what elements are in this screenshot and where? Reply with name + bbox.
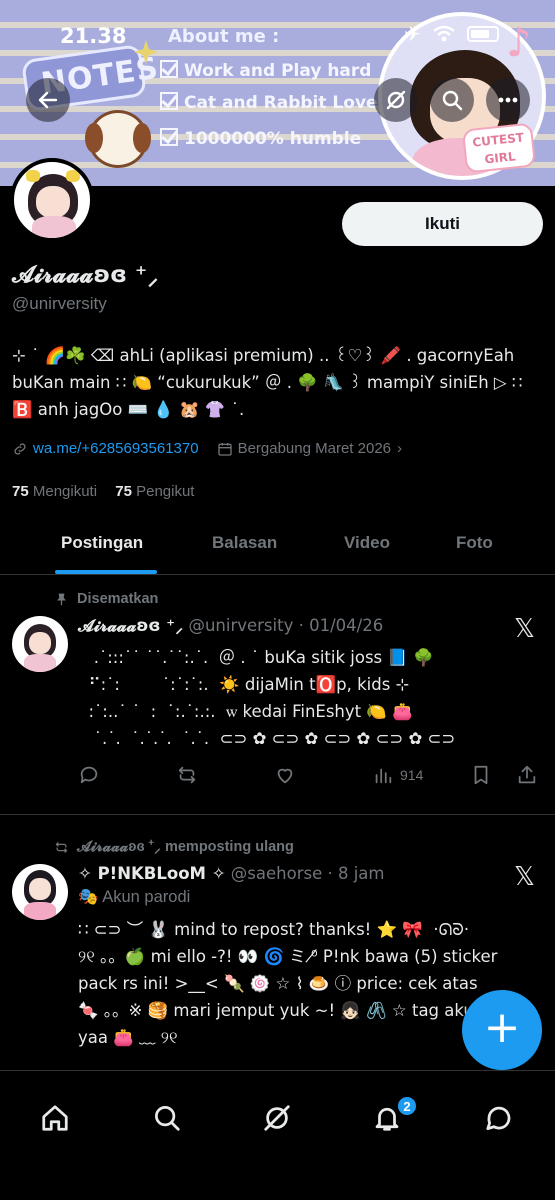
- share-icon: [518, 765, 536, 784]
- display-name: 𝓐𝓲𝓻𝓪𝓪𝓪ʚɞ ⁺⸝: [12, 262, 159, 288]
- compose-button[interactable]: +: [462, 990, 542, 1070]
- more-horizontal-icon: [498, 97, 518, 103]
- follow-stats: 75 Mengikuti 75 Pengikut: [12, 483, 194, 500]
- wifi-icon: [433, 25, 455, 42]
- tab-video[interactable]: Video: [344, 533, 390, 553]
- repost-button[interactable]: [176, 764, 198, 786]
- reply-button[interactable]: [78, 764, 100, 786]
- bookmark-icon: [474, 765, 488, 785]
- post-body: ∷ ⊂⊃ ︶ 🐰 mind to repost? thanks! ⭐ 🎀 ·ᘏᘐ…: [78, 920, 498, 1047]
- repost-context: 𝓐𝓲𝓻𝓪𝓪𝓪ʚɞ ⁺⸝ memposting ulang: [54, 839, 294, 855]
- active-tab-indicator: [55, 570, 157, 574]
- profile-tabs: Postingan Balasan Video Foto: [0, 515, 555, 575]
- plus-icon: +: [483, 1002, 521, 1053]
- bottom-navigation: 2: [0, 1070, 555, 1200]
- like-button[interactable]: [274, 764, 296, 786]
- grok-icon: [264, 1105, 290, 1131]
- about-line: 1000000% humble: [160, 128, 361, 149]
- link-icon: [14, 442, 26, 455]
- bookmark-button[interactable]: [470, 764, 492, 786]
- airplane-icon: ✈: [404, 22, 421, 46]
- post-header: 𝓐𝓲𝓻𝓪𝓪𝓪ʚɞ ⁺⸝ @unirversity · 01/04/26: [78, 616, 383, 636]
- post-handle-time: @saehorse · 8 jam: [230, 864, 385, 883]
- pin-icon: [57, 593, 66, 605]
- heart-icon: [277, 768, 293, 784]
- post-header: ✧ P!NKBLooM ✧ @saehorse · 8 jam: [78, 864, 385, 883]
- chevron-right-icon[interactable]: ›: [397, 440, 402, 457]
- share-button[interactable]: [516, 764, 538, 786]
- bio-line: 🅱️ anh jagOo ⌨️ 💧 🐹 👚 ˙.: [12, 400, 245, 419]
- arrow-left-icon: [38, 91, 58, 109]
- pinned-label: Disematkan: [54, 591, 158, 607]
- bio-line: buKan main ∷ 🍋 “cukurukuk” ＠ . 🌳 🛝 ꒱ mam…: [12, 373, 523, 392]
- followers-link[interactable]: 75 Pengikut: [115, 483, 194, 500]
- music-note-icon: ♪: [506, 20, 532, 66]
- views-button[interactable]: 914: [372, 764, 423, 786]
- views-count: 914: [400, 767, 424, 783]
- reply-icon: [80, 766, 98, 784]
- post-actions: 914: [78, 762, 540, 790]
- x-logo-icon: 𝕏: [514, 862, 535, 892]
- profile-bio: ⊹ ˙ 🌈☘️ ⌫ ahLi (aplikasi premium) .. ꒰♡꒱…: [12, 342, 542, 423]
- calendar-icon: [217, 442, 232, 456]
- more-options-button[interactable]: [486, 78, 530, 122]
- parody-label: 🎭 Akun parodi: [78, 888, 191, 906]
- search-icon: [155, 1106, 180, 1131]
- profile-link[interactable]: wa.me/+6285693561370: [33, 440, 199, 457]
- tab-foto[interactable]: Foto: [456, 533, 493, 553]
- bio-line: ⊹ ˙ 🌈☘️ ⌫ ahLi (aplikasi premium) .. ꒰♡꒱…: [12, 346, 515, 365]
- post-avatar[interactable]: [12, 616, 68, 672]
- profile-avatar[interactable]: [10, 158, 94, 242]
- repost-icon: [55, 841, 68, 853]
- repost-icon: [178, 766, 196, 784]
- search-button[interactable]: [430, 78, 474, 122]
- follow-button[interactable]: Ikuti: [342, 202, 543, 246]
- nav-grok[interactable]: [260, 1101, 294, 1135]
- status-time: 21.38: [60, 24, 127, 48]
- tab-balasan[interactable]: Balasan: [212, 533, 277, 553]
- profile-meta: wa.me/+6285693561370 Bergabung Maret 202…: [12, 440, 402, 457]
- about-line: Cat and Rabbit Lovers: [160, 92, 396, 113]
- about-title: About me :: [168, 26, 280, 47]
- back-button[interactable]: [26, 78, 70, 122]
- search-icon: [442, 90, 463, 111]
- dog-sticker: [85, 110, 151, 168]
- cutest-girl-sticker: CUTEST GIRL: [461, 122, 537, 174]
- grok-button[interactable]: [374, 78, 418, 122]
- post-avatar[interactable]: [12, 864, 68, 920]
- grok-icon: [386, 90, 406, 110]
- battery-icon: [466, 26, 499, 42]
- nav-messages[interactable]: [482, 1101, 516, 1135]
- following-link[interactable]: 75 Mengikuti: [12, 483, 97, 500]
- home-icon: [42, 1105, 68, 1131]
- tab-postingan[interactable]: Postingan: [61, 533, 143, 553]
- post-divider: [0, 814, 555, 815]
- chat-bubble-icon: [486, 1106, 511, 1130]
- about-line: Work and Play hard: [160, 60, 371, 81]
- joined-date: Bergabung Maret 2026: [237, 440, 392, 457]
- nav-explore[interactable]: [150, 1101, 184, 1135]
- nav-home[interactable]: [38, 1101, 72, 1135]
- profile-handle: @unirversity: [12, 294, 107, 313]
- post-handle-time: @unirversity · 01/04/26: [188, 616, 384, 635]
- notification-badge: 2: [396, 1095, 418, 1117]
- post-author-name[interactable]: ✧ P!NKBLooM ✧: [78, 864, 226, 883]
- post-body: .˙:::˙˙ ˙˙.˙˙:.˙. ＠ . ˙ buKa sitik joss …: [78, 648, 456, 748]
- post-author-name[interactable]: 𝓐𝓲𝓻𝓪𝓪𝓪ʚɞ ⁺⸝: [78, 616, 183, 635]
- x-logo-icon: 𝕏: [514, 614, 535, 644]
- status-icons: ✈: [404, 22, 499, 46]
- views-chart-icon: [375, 768, 392, 784]
- parody-mask-icon: 🎭: [78, 888, 99, 906]
